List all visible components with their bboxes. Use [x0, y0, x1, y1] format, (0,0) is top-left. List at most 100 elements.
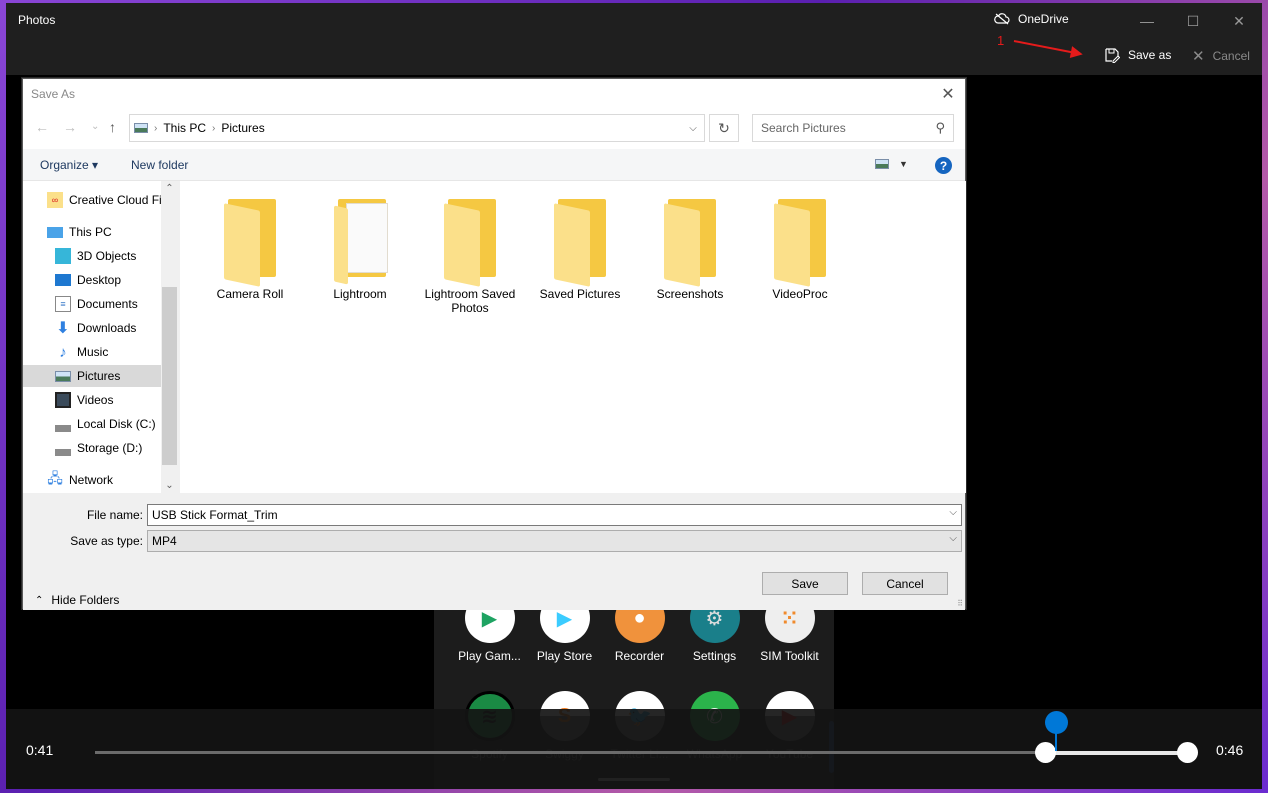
save-button[interactable]: Save — [762, 572, 848, 595]
drive-icon — [55, 440, 71, 456]
cloud-off-icon — [994, 13, 1010, 25]
cancel-icon: ✕ — [1192, 48, 1205, 65]
folder-item[interactable]: Lightroom — [310, 197, 410, 301]
annotation-step-1: 1 — [997, 33, 1005, 48]
view-dropdown-icon: ▼ — [899, 159, 908, 169]
scrollbar-thumb[interactable] — [162, 287, 177, 465]
app-titlebar: Photos OneDrive — ☐ ✕ Save as ✕ Cancel 1 — [6, 3, 1262, 75]
minimize-button[interactable]: — — [1124, 9, 1170, 33]
end-time: 0:46 — [1216, 742, 1244, 758]
file-name-dropdown-icon[interactable]: ⌵ — [949, 507, 957, 518]
view-icon — [875, 159, 889, 169]
close-window-button[interactable]: ✕ — [1216, 9, 1262, 33]
file-name-input[interactable]: USB Stick Format_Trim ⌵ — [147, 504, 962, 526]
nav-item-this-pc[interactable]: This PC — [47, 221, 112, 243]
folder-icon — [444, 197, 496, 287]
search-icon: ⚲ — [935, 120, 945, 135]
forward-button[interactable]: → — [63, 119, 77, 135]
folder-icon — [664, 197, 716, 287]
save-options-panel: File name: USB Stick Format_Trim ⌵ Save … — [23, 493, 965, 610]
folder-icon — [554, 197, 606, 287]
app-title: Photos — [18, 13, 56, 27]
folder-with-document-icon — [334, 197, 388, 285]
breadcrumb-this-pc[interactable]: This PC — [163, 121, 206, 135]
downloads-icon: ⬇ — [56, 320, 70, 337]
folder-item[interactable]: Camera Roll — [200, 197, 300, 301]
back-button[interactable]: ← — [35, 119, 49, 135]
nav-item-3d-objects[interactable]: 3D Objects — [55, 245, 136, 267]
resize-grip[interactable]: ⠿ — [957, 599, 963, 608]
folder-item[interactable]: Lightroom Saved Photos — [420, 197, 520, 315]
nav-item-desktop[interactable]: Desktop — [55, 269, 121, 291]
nav-item-downloads[interactable]: ⬇ Downloads — [55, 317, 136, 339]
documents-icon: ≡ — [55, 296, 71, 312]
trim-start-handle[interactable] — [1035, 742, 1057, 763]
dialog-close-button[interactable]: ✕ — [937, 83, 959, 105]
cancel-button[interactable]: Cancel — [862, 572, 948, 595]
dialog-titlebar: Save As ✕ — [23, 79, 965, 109]
folder-icon — [774, 197, 826, 287]
refresh-icon: ↻ — [718, 119, 730, 136]
nav-item-local-disk-c[interactable]: Local Disk (C:) — [55, 413, 156, 435]
annotation-arrow-1 — [1013, 40, 1081, 55]
3d-objects-icon — [55, 248, 71, 264]
computer-icon — [47, 226, 63, 238]
recent-locations-button[interactable]: ⌄ — [91, 121, 99, 132]
videos-icon — [55, 392, 71, 408]
music-icon: ♪ — [59, 343, 67, 361]
save-as-button[interactable]: Save as — [1104, 47, 1171, 63]
nav-item-storage-d[interactable]: Storage (D:) — [55, 437, 142, 459]
folder-item[interactable]: Saved Pictures — [530, 197, 630, 301]
save-type-label: Save as type: — [70, 534, 143, 548]
chevron-up-icon: ⌃ — [35, 594, 44, 606]
scroll-up-icon[interactable]: ⌃ — [161, 183, 178, 194]
help-button[interactable]: ? — [935, 157, 952, 174]
hide-folders-button[interactable]: ⌃ Hide Folders — [35, 593, 119, 607]
nav-item-music[interactable]: ♪ Music — [55, 341, 108, 363]
new-folder-button[interactable]: New folder — [131, 158, 188, 172]
drive-icon — [55, 416, 71, 432]
playhead-handle[interactable] — [1044, 711, 1068, 734]
file-list: Camera Roll Lightroom Lightroom Saved Ph… — [180, 181, 966, 493]
scroll-down-icon[interactable]: ⌄ — [161, 480, 178, 491]
command-bar: Organize ▾ New folder ▼ ? — [23, 149, 965, 181]
creative-cloud-icon: ∞ — [47, 192, 63, 208]
refresh-button[interactable]: ↻ — [709, 114, 739, 142]
onedrive-button[interactable]: OneDrive — [994, 12, 1069, 26]
file-name-label: File name: — [86, 508, 143, 522]
nav-item-documents[interactable]: ≡ Documents — [55, 293, 138, 315]
organize-menu[interactable]: Organize ▾ — [40, 158, 98, 172]
nav-item-network[interactable]: 🖧 Network — [47, 469, 113, 491]
timeline-track[interactable] — [95, 751, 1187, 754]
trim-timeline: 0:41 0:46 — [6, 709, 1262, 789]
network-icon: 🖧 — [47, 470, 63, 486]
up-button[interactable]: ↑ — [109, 119, 116, 135]
breadcrumb-pictures[interactable]: Pictures — [221, 121, 264, 135]
save-as-dialog: Save As ✕ ← → ⌄ ↑ › This PC › Pictures ⌵… — [22, 78, 966, 610]
nav-item-creative-cloud[interactable]: ∞ Creative Cloud Fil — [47, 189, 164, 211]
save-type-dropdown-icon: ⌵ — [949, 533, 957, 544]
navigation-pane: ∞ Creative Cloud Fil This PC 3D Objects … — [23, 181, 178, 493]
search-input[interactable]: Search Pictures ⚲ — [752, 114, 954, 142]
change-view-button[interactable]: ▼ — [875, 159, 908, 169]
pictures-icon — [55, 370, 71, 382]
save-type-select[interactable]: MP4 ⌵ — [147, 530, 962, 552]
folder-item[interactable]: Screenshots — [640, 197, 740, 301]
navigation-pane-scrollbar[interactable]: ⌃ ⌄ — [161, 181, 178, 493]
save-as-label: Save as — [1128, 48, 1172, 62]
folder-icon — [224, 197, 276, 287]
folder-item[interactable]: VideoProc — [750, 197, 850, 301]
nav-item-pictures[interactable]: Pictures — [23, 365, 161, 387]
desktop-icon — [55, 274, 71, 286]
nav-item-videos[interactable]: Videos — [55, 389, 113, 411]
cancel-edit-button[interactable]: ✕ Cancel — [1192, 47, 1250, 65]
address-dropdown-button[interactable]: ⌵ — [681, 114, 705, 142]
trim-end-handle[interactable] — [1177, 742, 1198, 763]
search-placeholder: Search Pictures — [761, 121, 846, 135]
cancel-label: Cancel — [1212, 49, 1250, 63]
navigation-bar: ← → ⌄ ↑ › This PC › Pictures ⌵ ↻ Search … — [23, 109, 965, 149]
dialog-title: Save As — [31, 87, 76, 101]
maximize-button[interactable]: ☐ — [1170, 9, 1216, 33]
address-bar[interactable]: › This PC › Pictures — [129, 114, 705, 142]
trim-selection — [1045, 751, 1187, 755]
